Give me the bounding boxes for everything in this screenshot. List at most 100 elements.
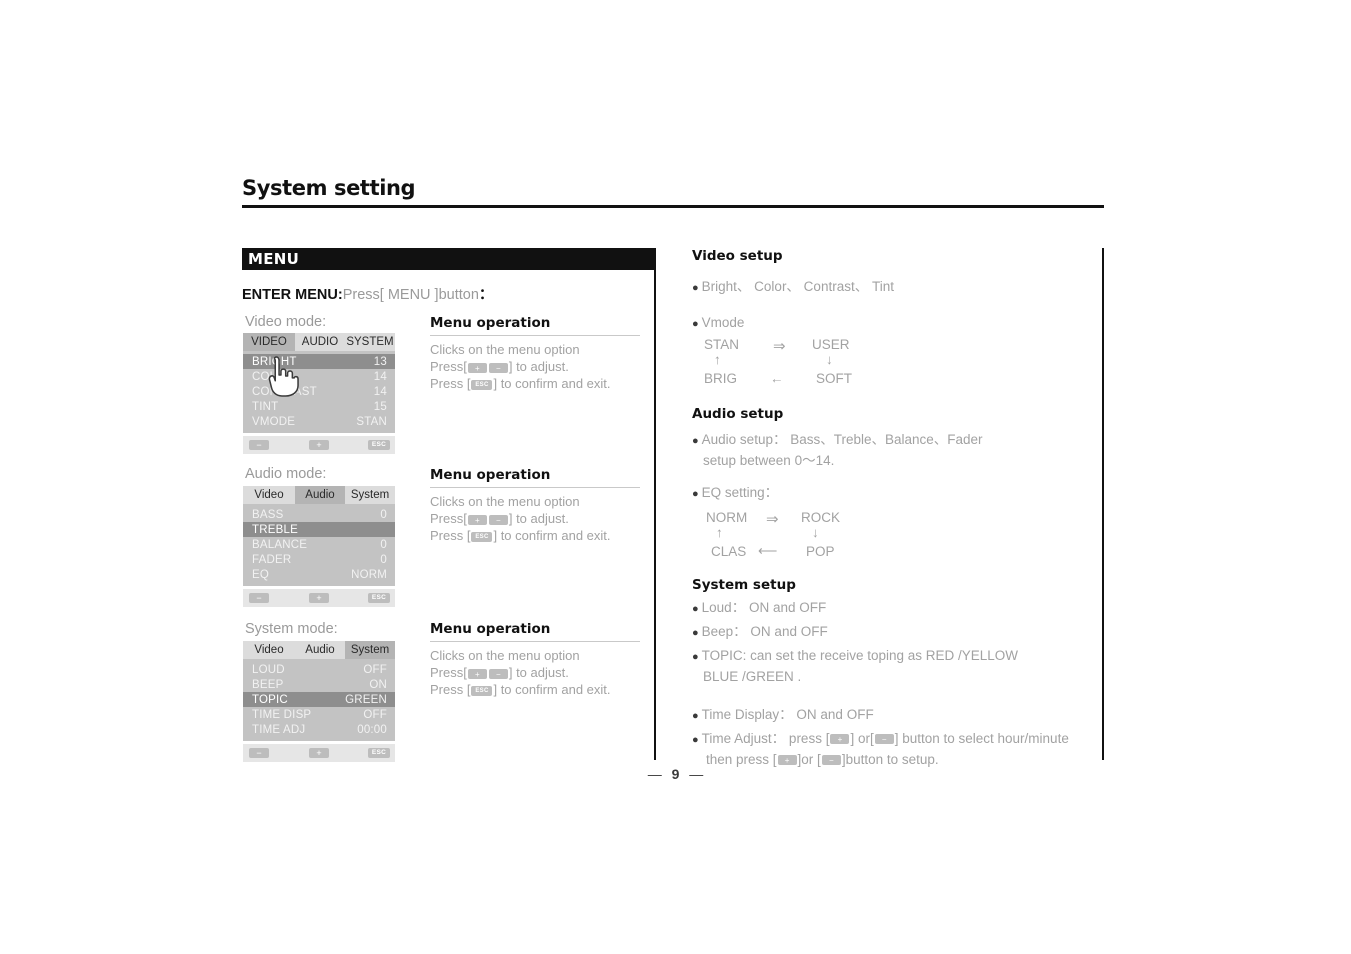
minus-key-icon: − [874,734,894,745]
osd-row-topic[interactable]: TOPIC GREEN [243,692,395,707]
osd-plus-button[interactable]: + [309,748,329,758]
osd-row-value: 0 [380,508,387,521]
menu-operation-line-confirm: Press [ESC] to confirm and exit. [430,527,640,544]
eq-cycle-arrow-right-icon: ⇒ [766,511,779,528]
adjust-post-text: ] to adjust. [508,665,569,680]
video-setup-params-text: Bright、 Color、 Contrast、 Tint [701,279,894,294]
manual-page: System setting MENU ENTER MENU:Press[ ME… [0,0,1351,954]
osd-row-color[interactable]: COLOR 14 [243,369,395,384]
osd-row-value: GREEN [345,693,387,706]
menu-operation-heading: Menu operation [430,315,551,331]
bullet-dot-icon: ● [692,488,699,500]
osd-tab-video[interactable]: VIDEO [243,333,295,351]
menu-operation-divider [430,335,640,336]
menu-operation-block-video: Menu operation Clicks on the menu option P… [430,315,640,392]
adjust-pre-text: Press[ [430,665,467,680]
osd-row-value: NORM [351,568,387,581]
osd-tab-system[interactable]: SYSTEM [345,333,395,351]
osd-row-loud[interactable]: LOUD OFF [243,662,395,677]
osd-tab-system[interactable]: System [345,641,395,659]
menu-operation-divider [430,641,640,642]
osd-row-contrast[interactable]: CONTRAST 14 [243,384,395,399]
osd-button-bar: − + ESC [243,589,395,607]
osd-row-label: BASS [252,508,284,521]
osd-row-bright[interactable]: BRIGHT 13 [243,354,395,369]
osd-row-balance[interactable]: BALANCE 0 [243,537,395,552]
eq-cycle-clas: CLAS [711,544,747,559]
page-footer: — 9 — [0,766,1351,782]
minus-key-icon: − [488,514,508,525]
osd-esc-button[interactable]: ESC [368,748,390,758]
eq-cycle-diagram: NORM ⇒ ROCK ↑ ↓ CLAS ⟵ POP [706,510,886,566]
system-setup-timedisplay-text: Time Display： ON and OFF [701,707,874,722]
menu-operation-divider [430,487,640,488]
caption-system-mode: System mode: [245,621,338,637]
osd-panel-video[interactable]: VIDEO AUDIO SYSTEM BRIGHT 13 COLOR 14 CONTRAST 1… [243,333,395,454]
osd-plus-button[interactable]: + [309,440,329,450]
system-setup-timeadjust-mid: ] or[ [850,731,874,746]
adjust-pre-text: Press[ [430,511,467,526]
osd-row-eq[interactable]: EQ NORM [243,567,395,582]
osd-row-label: FADER [252,553,292,566]
osd-plus-button[interactable]: + [309,593,329,603]
menu-operation-line-adjust: Press[+ −] to adjust. [430,510,640,527]
adjust-pre-text: Press[ [430,359,467,374]
osd-tab-audio[interactable]: AUDIO [295,333,345,351]
bullet-dot-icon: ● [692,734,699,746]
menu-operation-line-click: Clicks on the menu option [430,648,580,663]
bullet-dot-icon: ● [692,710,699,722]
osd-row-label: TINT [252,400,279,413]
osd-row-label: CONTRAST [252,385,317,398]
system-setup-heading: System setup [692,577,796,593]
plus-key-icon: + [467,514,487,525]
system-setup-timeadjust-l2-post: ]button to setup. [841,752,939,767]
osd-row-label: BRIGHT [252,355,297,368]
osd-panel-system[interactable]: Video Audio System LOUD OFF BEEP ON TOPIC GREEN T… [243,641,395,762]
osd-row-value: 14 [373,385,387,398]
confirm-pre-text: Press [ [430,682,471,697]
enter-menu-instruction: Press[ MENU ]button [342,287,479,303]
osd-tab-video[interactable]: Video [243,486,295,504]
audio-setup-section: Audio setup ● Audio setup： Bass、Treble、Ba… [692,406,1092,566]
title-underline [242,205,1104,208]
osd-minus-button[interactable]: − [249,593,269,603]
osd-esc-button[interactable]: ESC [368,593,390,603]
osd-row-label: BALANCE [252,538,308,551]
osd-tab-audio[interactable]: Audio [295,486,345,504]
video-setup-heading: Video setup [692,248,783,264]
menu-operation-line-confirm: Press [ESC] to confirm and exit. [430,375,640,392]
audio-setup-params-text: Audio setup： Bass、Treble、Balance、Fader [701,432,983,447]
osd-minus-button[interactable]: − [249,748,269,758]
osd-row-time-adj[interactable]: TIME ADJ 00:00 [243,722,395,737]
osd-row-fader[interactable]: FADER 0 [243,552,395,567]
adjust-post-text: ] to adjust. [508,359,569,374]
system-setup-loud-text: Loud： ON and OFF [701,600,827,615]
osd-row-value: 0 [380,553,387,566]
osd-tab-audio[interactable]: Audio [295,641,345,659]
vmode-cycle-arrow-up-icon: ↑ [714,352,721,367]
vmode-cycle-arrow-down-icon: ↓ [826,352,833,367]
osd-minus-button[interactable]: − [249,440,269,450]
osd-row-time-disp[interactable]: TIME DISP OFF [243,707,395,722]
osd-row-value: 14 [373,370,387,383]
system-setup-bullet-timedisplay: ● Time Display： ON and OFF [692,705,1104,726]
osd-esc-button[interactable]: ESC [368,440,390,450]
bullet-dot-icon: ● [692,318,699,330]
audio-setup-params-range: setup between 0～14. [703,453,835,468]
eq-cycle-norm: NORM [706,510,748,525]
audio-setup-bullet-params: ● Audio setup： Bass、Treble、Balance、Fader [692,430,1092,451]
caption-audio-mode: Audio mode: [245,466,327,482]
osd-row-tint[interactable]: TINT 15 [243,399,395,414]
osd-tab-row: VIDEO AUDIO SYSTEM [243,333,395,351]
osd-row-bass[interactable]: BASS 0 [243,507,395,522]
osd-row-beep[interactable]: BEEP ON [243,677,395,692]
osd-row-treble[interactable]: TREBLE [243,522,395,537]
osd-row-vmode[interactable]: VMODE STAN [243,414,395,429]
osd-tab-video[interactable]: Video [243,641,295,659]
plus-key-icon: + [467,668,487,679]
osd-tab-system[interactable]: System [345,486,395,504]
osd-panel-audio[interactable]: Video Audio System BASS 0 TREBLE BALANCE 0 FADER… [243,486,395,607]
plus-key-icon: + [467,362,487,373]
osd-row-label: TOPIC [252,693,288,706]
caption-video-mode: Video mode: [245,314,327,330]
